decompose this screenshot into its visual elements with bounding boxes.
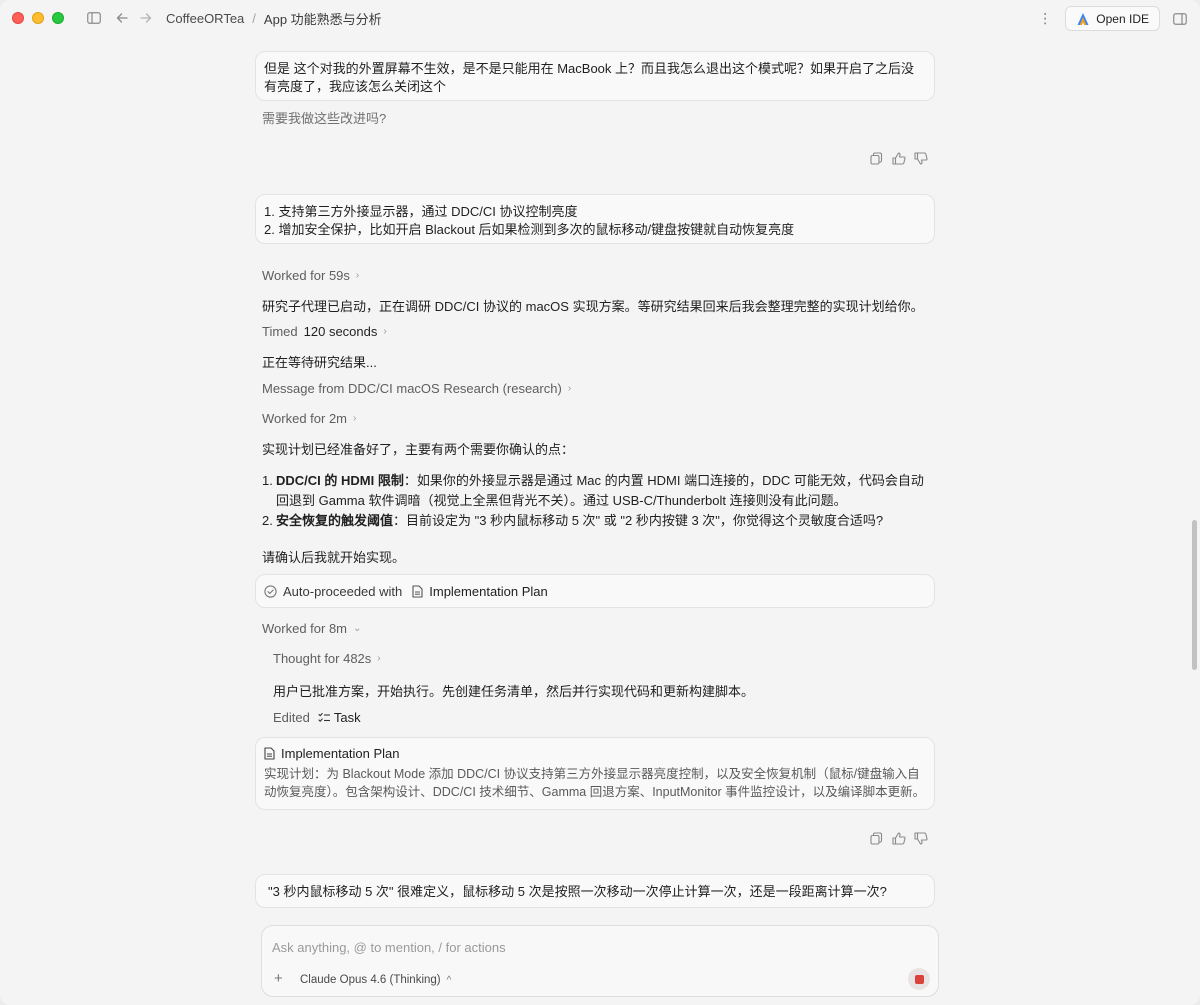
breadcrumb-separator: / bbox=[252, 10, 256, 26]
check-circle-icon bbox=[264, 584, 277, 598]
message-feedback-bar bbox=[870, 832, 928, 846]
model-selector-label: Claude Opus 4.6 (Thinking) bbox=[300, 974, 441, 986]
user-message-line: 1. 支持第三方外接显示器，通过 DDC/CI 协议控制亮度 bbox=[264, 204, 578, 219]
zoom-window-button[interactable] bbox=[52, 12, 64, 24]
edited-step[interactable]: Edited Task bbox=[273, 710, 361, 725]
user-message-line: 2. 增加安全保护，比如开启 Blackout 后如果检测到多次的鼠标移动/键盘… bbox=[264, 222, 795, 237]
add-context-button[interactable]: + bbox=[274, 971, 283, 986]
timed-step-value: 120 seconds bbox=[303, 324, 378, 339]
plan-card-header: Implementation Plan bbox=[264, 746, 926, 761]
more-options-icon[interactable]: ⋮ bbox=[1035, 9, 1055, 29]
list-item: 2. 安全恢复的触发阈值：目前设定为 "3 秒内鼠标移动 5 次" 或 "2 秒… bbox=[262, 511, 930, 531]
auto-proceeded-card[interactable]: Auto-proceeded with Implementation Plan bbox=[255, 574, 935, 608]
forward-arrow-icon[interactable] bbox=[136, 8, 156, 28]
plan-card-title: Implementation Plan bbox=[281, 746, 400, 761]
confirmation-list: 1. DDC/CI 的 HDMI 限制：如果你的外接显示器是通过 Mac 的内置… bbox=[262, 471, 930, 531]
assistant-message: 请确认后我就开始实现。 bbox=[262, 550, 406, 565]
chevron-right-icon: › bbox=[355, 270, 360, 281]
chat-input[interactable] bbox=[272, 940, 872, 955]
title-bar-actions: ⋮ Open IDE bbox=[1035, 6, 1190, 31]
user-message: "3 秒内鼠标移动 5 次" 很难定义，鼠标移动 5 次是按照一次移动一次停止计… bbox=[255, 874, 935, 908]
thumbs-down-icon[interactable] bbox=[914, 152, 928, 166]
assistant-message: 用户已批准方案，开始执行。先创建任务清单，然后并行实现代码和更新构建脚本。 bbox=[273, 684, 755, 699]
timed-step-toggle[interactable]: Timed 120 seconds › bbox=[262, 324, 387, 339]
breadcrumb-conversation-title[interactable]: App 功能熟悉与分析 bbox=[264, 9, 382, 28]
minimize-window-button[interactable] bbox=[32, 12, 44, 24]
sidebar-toggle-icon[interactable] bbox=[84, 8, 104, 28]
app-window: CoffeeORTea / App 功能熟悉与分析 ⋮ Open IDE 但是 … bbox=[0, 0, 1200, 1005]
document-icon bbox=[264, 747, 275, 760]
list-item-text: DDC/CI 的 HDMI 限制：如果你的外接显示器是通过 Mac 的内置 HD… bbox=[276, 471, 930, 511]
chevron-right-icon: › bbox=[377, 653, 381, 664]
chevron-right-icon: › bbox=[383, 326, 387, 337]
copy-icon[interactable] bbox=[870, 152, 884, 166]
stop-generation-button[interactable] bbox=[908, 968, 930, 990]
thumbs-down-icon[interactable] bbox=[914, 832, 928, 846]
close-window-button[interactable] bbox=[12, 12, 24, 24]
implementation-plan-card[interactable]: Implementation Plan 实现计划：为 Blackout Mode… bbox=[255, 737, 935, 810]
subagent-message-label: Message from DDC/CI macOS Research (rese… bbox=[262, 381, 562, 396]
copy-icon[interactable] bbox=[870, 832, 884, 846]
list-item-body: ：目前设定为 "3 秒内鼠标移动 5 次" 或 "2 秒内按键 3 次"，你觉得… bbox=[393, 513, 884, 528]
assistant-message: 研究子代理已启动，正在调研 DDC/CI 协议的 macOS 实现方案。等研究结… bbox=[262, 299, 924, 314]
document-icon bbox=[412, 584, 423, 598]
worked-step-label: Worked for 2m bbox=[262, 411, 348, 426]
list-item-bold: DDC/CI 的 HDMI 限制 bbox=[276, 473, 404, 488]
worked-step-label: Worked for 8m bbox=[262, 621, 348, 636]
open-ide-button[interactable]: Open IDE bbox=[1065, 6, 1160, 31]
message-composer: + Claude Opus 4.6 (Thinking) ^ bbox=[261, 925, 939, 997]
edited-step-prefix: Edited bbox=[273, 710, 310, 725]
auto-proceeded-plan-link[interactable]: Implementation Plan bbox=[429, 584, 548, 599]
edited-step-target: Task bbox=[333, 710, 361, 725]
stop-icon bbox=[914, 974, 924, 984]
list-item-text: 安全恢复的触发阈值：目前设定为 "3 秒内鼠标移动 5 次" 或 "2 秒内按键… bbox=[276, 511, 883, 531]
checklist-icon bbox=[318, 712, 331, 723]
worked-step-toggle[interactable]: Worked for 2m › bbox=[262, 411, 356, 426]
chevron-down-icon: ⌄ bbox=[353, 623, 362, 634]
auto-proceeded-label: Auto-proceeded with bbox=[283, 583, 403, 599]
ide-logo-icon bbox=[1077, 12, 1089, 25]
scrollbar-thumb[interactable] bbox=[1192, 520, 1197, 670]
worked-step-toggle[interactable]: Worked for 59s › bbox=[262, 268, 359, 283]
message-feedback-bar bbox=[870, 152, 928, 166]
breadcrumb-workspace[interactable]: CoffeeORTea bbox=[166, 11, 244, 26]
thumbs-up-icon[interactable] bbox=[892, 152, 906, 166]
list-item-number: 2. bbox=[262, 513, 273, 528]
window-controls bbox=[12, 12, 64, 24]
list-item: 1. DDC/CI 的 HDMI 限制：如果你的外接显示器是通过 Mac 的内置… bbox=[262, 471, 930, 511]
thought-step-label: Thought for 482s bbox=[273, 651, 372, 666]
panel-toggle-icon[interactable] bbox=[1170, 9, 1190, 29]
assistant-message: 实现计划已经准备好了，主要有两个需要你确认的点： bbox=[262, 442, 575, 457]
list-item-bold: 安全恢复的触发阈值 bbox=[276, 513, 394, 528]
subagent-message-toggle[interactable]: Message from DDC/CI macOS Research (rese… bbox=[262, 381, 571, 396]
user-message: 1. 支持第三方外接显示器，通过 DDC/CI 协议控制亮度 2. 增加安全保护… bbox=[255, 194, 935, 244]
worked-step-toggle[interactable]: Worked for 8m ⌄ bbox=[262, 621, 361, 636]
assistant-message: 正在等待研究结果... bbox=[262, 355, 377, 370]
user-message: 但是 这个对我的外置屏幕不生效，是不是只能用在 MacBook 上？而且我怎么退… bbox=[255, 51, 935, 101]
model-selector[interactable]: Claude Opus 4.6 (Thinking) ^ bbox=[300, 974, 451, 986]
title-bar: CoffeeORTea / App 功能熟悉与分析 ⋮ Open IDE bbox=[0, 0, 1200, 36]
open-ide-label: Open IDE bbox=[1096, 11, 1149, 26]
timed-step-prefix: Timed bbox=[262, 324, 298, 339]
thumbs-up-icon[interactable] bbox=[892, 832, 906, 846]
back-arrow-icon[interactable] bbox=[112, 8, 132, 28]
chevron-right-icon: › bbox=[353, 413, 357, 424]
plan-card-summary: 实现计划：为 Blackout Mode 添加 DDC/CI 协议支持第三方外接… bbox=[264, 767, 926, 799]
worked-step-label: Worked for 59s bbox=[262, 268, 350, 283]
chevron-right-icon: › bbox=[567, 383, 572, 394]
chevron-up-icon: ^ bbox=[446, 974, 452, 986]
list-item-number: 1. bbox=[262, 473, 273, 488]
thought-step-toggle[interactable]: Thought for 482s › bbox=[273, 651, 381, 666]
assistant-message-tail: 需要我做这些改进吗? bbox=[262, 111, 387, 126]
